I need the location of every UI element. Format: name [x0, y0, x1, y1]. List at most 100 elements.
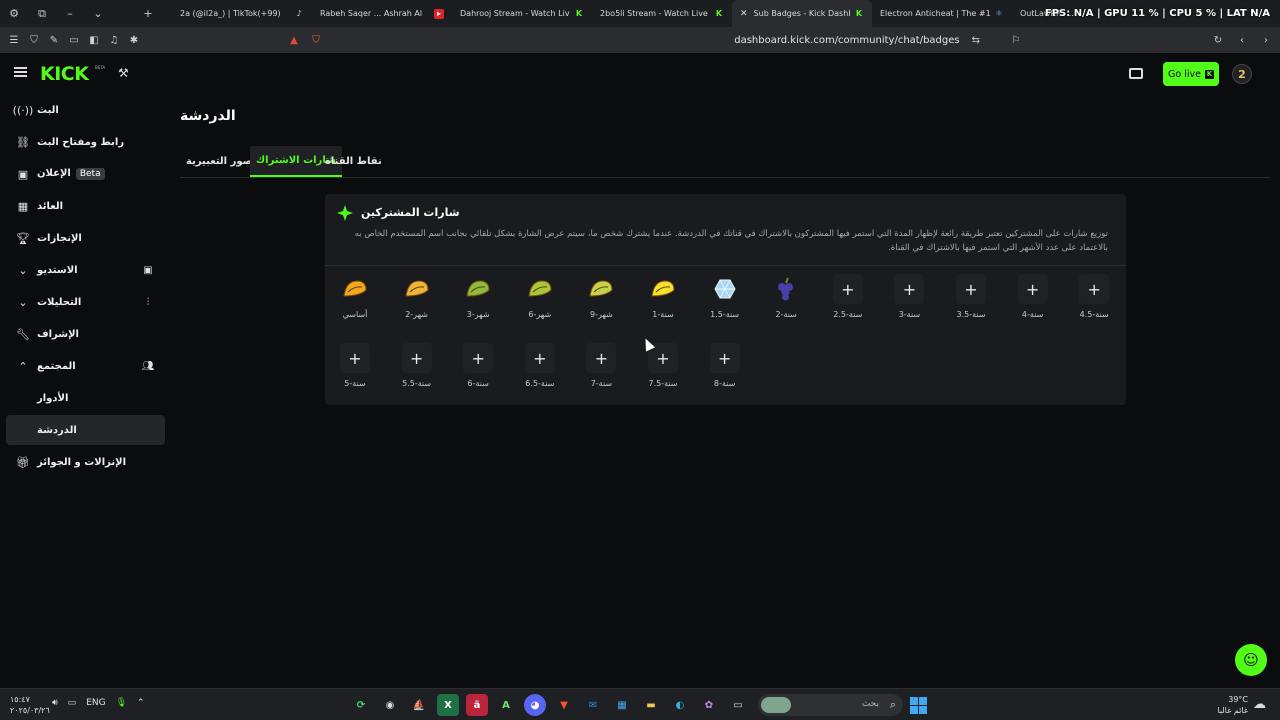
shield-icon[interactable]: ⛉	[24, 27, 44, 53]
copilot-icon[interactable]: ✿	[698, 694, 720, 716]
browser-tab[interactable]: 2a (@il2a_) | TikTok(+99) ♪	[172, 0, 312, 27]
monitor-icon[interactable]: ▭	[68, 698, 77, 708]
chevron-up-icon[interactable]: ⌃	[137, 698, 145, 708]
taskbar-search[interactable]: بحث ⌕	[758, 694, 903, 716]
avatar[interactable]: 2	[1232, 64, 1252, 84]
badge-slot[interactable]: + سنة-4	[1008, 274, 1058, 326]
forward-icon[interactable]: ›	[1256, 27, 1276, 53]
plus-icon[interactable]: +	[832, 274, 863, 304]
badge-slot[interactable]: سنة-1.5	[700, 274, 750, 326]
language-indicator[interactable]: ENG	[86, 698, 105, 708]
kick-logo[interactable]: KICK	[40, 63, 89, 85]
badge-slot[interactable]: + سنة-7	[576, 343, 626, 395]
browser-tab-active[interactable]: ✕ Sub Badges - Kick Dashb K	[732, 0, 872, 27]
badge-slot[interactable]: شهر-9	[576, 274, 626, 326]
discord-icon[interactable]: ◕	[524, 694, 546, 716]
plus-icon[interactable]: +	[709, 343, 740, 373]
windows-start-icon[interactable]	[910, 697, 927, 714]
outlook-icon[interactable]: ✉	[582, 694, 604, 716]
browser-tab[interactable]: Electron Anticheat | The #1 Fi ⚛	[872, 0, 1012, 27]
sidebar-item-roles[interactable]: الأدوار	[6, 383, 165, 413]
minimize-icon[interactable]: –	[56, 0, 84, 27]
badge-slot[interactable]: + سنة-4.5	[1069, 274, 1119, 326]
plus-icon[interactable]: +	[894, 274, 925, 304]
plus-icon[interactable]: +	[340, 343, 370, 373]
support-chat-button[interactable]: ☺	[1235, 644, 1267, 676]
plus-icon[interactable]: +	[1017, 274, 1048, 304]
badge-slot[interactable]: سنة-2	[761, 274, 811, 326]
badge-slot[interactable]: شهر-6	[515, 274, 565, 326]
badge-slot[interactable]: + سنة-6.5	[515, 343, 565, 395]
puzzle-icon[interactable]: ✱	[124, 27, 144, 53]
plus-icon[interactable]: +	[1079, 274, 1110, 304]
sidebar-item-stream[interactable]: ((·)) البث	[6, 95, 165, 125]
task-view-icon[interactable]: ▭	[727, 694, 749, 716]
new-tab-icon[interactable]: +	[134, 0, 162, 27]
panel-icon[interactable]: ◧	[84, 27, 104, 53]
url-field[interactable]: dashboard.kick.com/community/chat/badges…	[330, 32, 980, 48]
browser-tab[interactable]: 2bo5li Stream - Watch Live K	[592, 0, 732, 27]
close-tab-icon[interactable]: ✕	[740, 9, 748, 19]
back-icon[interactable]: ‹	[1232, 27, 1252, 53]
menu-icon[interactable]	[14, 67, 27, 77]
badge-slot[interactable]: + سنة-5	[330, 343, 380, 395]
sidebar-item-revenue[interactable]: ▦ العائد	[6, 191, 165, 221]
app-icon-red[interactable]: ä	[466, 694, 488, 716]
sidebar-item-analytics[interactable]: ⌄ التحليلات ⫶	[6, 287, 165, 317]
sidebar-item-drops[interactable]: 🎁︎ الإنزالات و الجوائز	[6, 447, 165, 477]
badge-slot[interactable]: + سنة-6	[453, 343, 503, 395]
badge-slot[interactable]: + سنة-8	[700, 343, 750, 395]
tab-list-chevron-icon[interactable]: ⌄	[84, 0, 112, 27]
extension-icon[interactable]: ✎	[44, 27, 64, 53]
badge-slot[interactable]: + سنة-5.5	[392, 343, 442, 395]
brave-icon[interactable]: ▼	[553, 694, 575, 716]
obs-icon[interactable]: ◉	[379, 694, 401, 716]
badge-slot[interactable]: + سنة-3	[884, 274, 934, 326]
badge-slot[interactable]: سنة-1	[638, 274, 688, 326]
go-live-button[interactable]: Go live K	[1163, 62, 1219, 86]
wallet-icon[interactable]: ▭	[64, 27, 84, 53]
tab-overview-icon[interactable]: ⧉	[28, 0, 56, 27]
plus-icon[interactable]: +	[401, 343, 432, 373]
music-icon[interactable]: ♫	[104, 27, 124, 53]
bookmark-icon[interactable]: ⚐	[1006, 27, 1026, 53]
reload-icon[interactable]: ↻	[1208, 27, 1228, 53]
browser-menu-icon[interactable]: ⚙	[0, 0, 28, 27]
browser-tab[interactable]: Rabeh Saqer ... Ashrah Al ▸	[312, 0, 452, 27]
hammer-icon[interactable]: ⚒	[118, 66, 129, 80]
badge-slot[interactable]: + سنة-3.5	[946, 274, 996, 326]
browser-tab[interactable]: Dahrooj Stream - Watch Live K	[452, 0, 592, 27]
plus-icon[interactable]: +	[524, 343, 555, 373]
mod-view-icon[interactable]	[1129, 68, 1143, 79]
plus-icon[interactable]: +	[586, 343, 617, 373]
tab-channel-points[interactable]: نقاط القناة	[319, 146, 388, 177]
sidebar-item-community[interactable]: ⌃ المجتمع 👥︎	[6, 351, 165, 381]
store-icon[interactable]: ▦	[611, 694, 633, 716]
sidebar-item-achievements[interactable]: 🏆︎ الإنجازات	[6, 223, 165, 253]
sidebar-item-ads[interactable]: ▣ الإعلان Beta	[6, 159, 165, 189]
plus-icon[interactable]: +	[463, 343, 494, 373]
volume-icon[interactable]: 🔊︎	[52, 698, 58, 708]
clock[interactable]: ١٥:٤٧ ٢٠٢٥/٠٣/٢٦	[10, 694, 50, 716]
badge-slot[interactable]: أساسي	[330, 274, 380, 326]
sidebar-toggle-icon[interactable]: ☰	[4, 27, 24, 53]
folder-icon[interactable]: ▬	[640, 694, 662, 716]
sidebar-item-stream-key[interactable]: ⛓ رابط ومفتاح البث	[6, 127, 165, 157]
brave-shield-icon[interactable]: ⛉	[306, 27, 326, 53]
sidebar-item-moderation[interactable]: 🔧︎ الإشراف	[6, 319, 165, 349]
steam-icon[interactable]: ⛵	[408, 694, 430, 716]
excel-icon[interactable]: X	[437, 694, 459, 716]
plus-icon[interactable]: +	[956, 274, 986, 304]
app-icon-1[interactable]: ⟳	[350, 694, 372, 716]
microphone-icon[interactable]: 🎙︎	[116, 698, 127, 708]
badge-slot[interactable]: شهر-3	[453, 274, 503, 326]
app-icon-a[interactable]: A	[495, 694, 517, 716]
brave-rewards-icon[interactable]: ▲	[284, 27, 304, 53]
sidebar-item-studio[interactable]: ⌄ الاستديو ▣	[6, 255, 165, 285]
site-settings-icon[interactable]: ⇆	[972, 35, 980, 46]
edge-icon[interactable]: ◐	[669, 694, 691, 716]
badge-slot[interactable]: شهر-2	[392, 274, 442, 326]
badge-slot[interactable]: + سنة-2.5	[823, 274, 873, 326]
weather-widget[interactable]: 39°C غائم غالبا	[1210, 694, 1248, 716]
sidebar-item-chat[interactable]: الدردشة	[6, 415, 165, 445]
